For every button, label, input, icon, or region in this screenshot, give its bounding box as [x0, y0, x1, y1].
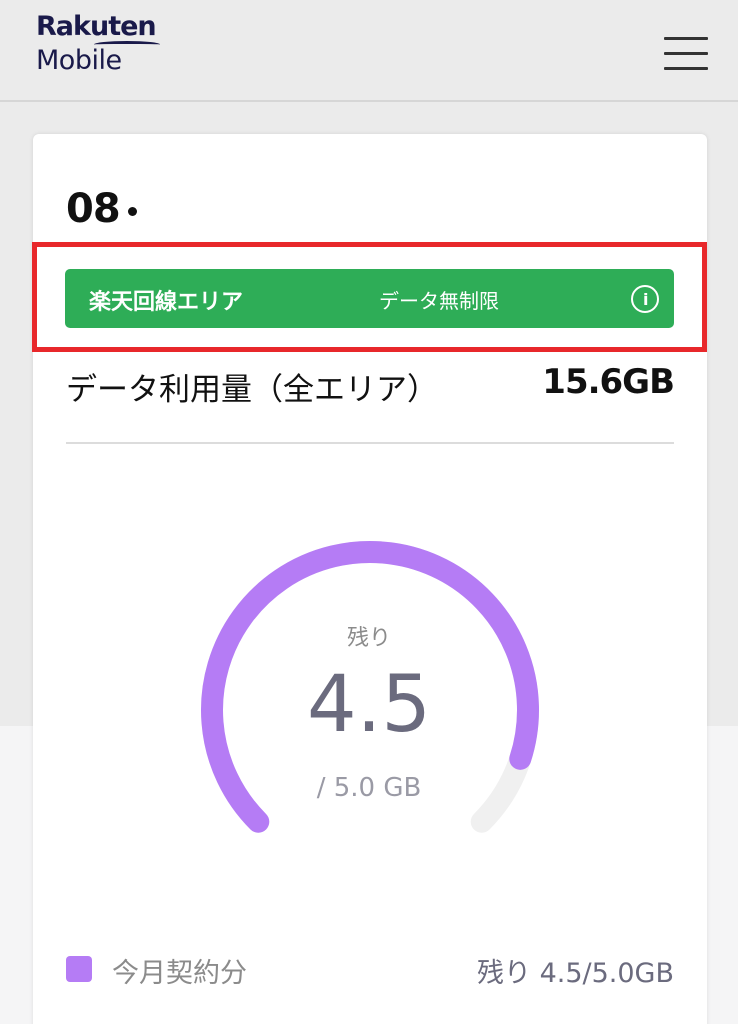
phone-number-mask-dot — [128, 207, 137, 216]
phone-number: 08 — [66, 186, 121, 232]
gauge-remaining-value: 4.5 — [306, 660, 432, 750]
logo-line2: Mobile — [36, 45, 122, 76]
data-usage-value: 15.6GB — [542, 362, 675, 402]
divider — [66, 442, 674, 444]
gauge-remaining-label: 残り — [346, 626, 391, 651]
legend-label: 今月契約分 — [112, 958, 247, 989]
logo-line1: Rakuten — [36, 11, 157, 42]
gauge-total: / 5.0 GB — [316, 773, 422, 803]
app-header: Rakuten Mobile — [0, 0, 738, 102]
menu-bar — [664, 52, 708, 55]
legend-swatch — [66, 956, 92, 982]
menu-bar — [664, 37, 708, 40]
menu-bar — [664, 67, 708, 70]
legend-value: 残り 4.5/5.0GB — [476, 958, 674, 989]
hamburger-menu-icon[interactable] — [664, 34, 708, 74]
highlight-box — [32, 242, 707, 352]
page: Rakuten Mobile 08 楽天回線エリア データ無制限 i データ利用… — [0, 0, 738, 1024]
data-usage-label: データ利用量（全エリア） — [66, 372, 438, 408]
logo-swoosh-icon — [94, 41, 160, 48]
rakuten-mobile-logo[interactable]: Rakuten Mobile — [36, 10, 160, 78]
